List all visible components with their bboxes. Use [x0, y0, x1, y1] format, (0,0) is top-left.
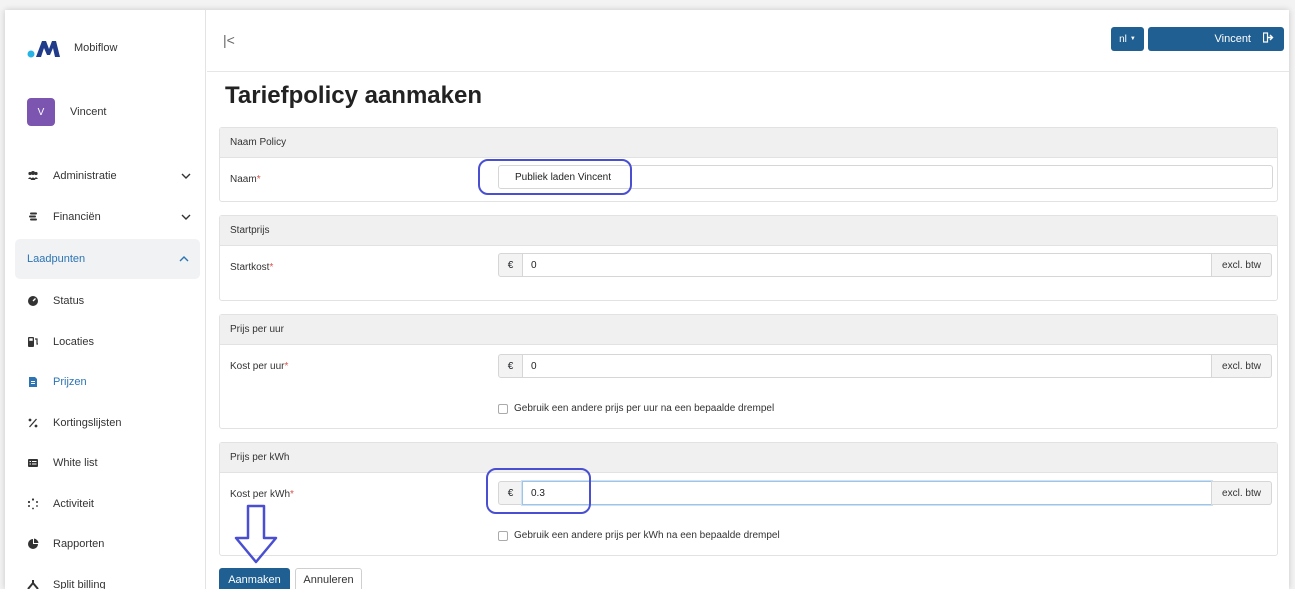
required-mark: *: [290, 489, 294, 500]
language-dropdown[interactable]: nl ▼: [1111, 27, 1144, 51]
chevron-down-icon: [181, 173, 191, 180]
brand[interactable]: Mobiflow: [27, 37, 117, 59]
list-icon: [27, 457, 39, 469]
topbar: |< nl ▼ Vincent: [207, 10, 1289, 72]
sidebar-user[interactable]: V Vincent: [27, 98, 107, 126]
field-label: Kost per uur: [230, 361, 285, 372]
sidebar-item-label: Status: [53, 295, 85, 308]
excl-btw-addon: excl. btw: [1211, 481, 1272, 505]
user-logout-button[interactable]: Vincent: [1148, 27, 1284, 51]
naam-label: Naam*: [230, 174, 261, 185]
naam-policy-card: Naam Policy Naam* Publiek laden Vincent: [219, 127, 1278, 202]
language-label: nl: [1119, 33, 1127, 45]
brand-name: Mobiflow: [74, 42, 118, 54]
startprijs-card: Startprijs Startkost* € 0 excl. btw: [219, 215, 1278, 301]
checkbox-label: Gebruik een andere prijs per uur na een …: [514, 403, 775, 414]
chevron-up-icon: [179, 256, 189, 262]
uur-threshold-checkbox[interactable]: [498, 403, 508, 414]
card-header: Startprijs: [220, 216, 1277, 246]
sidebar-item-label: Laadpunten: [27, 253, 86, 265]
sidebar-item-label: Locaties: [53, 335, 94, 348]
users-icon: [27, 170, 39, 182]
aanmaken-button[interactable]: Aanmaken: [219, 568, 290, 589]
uur-threshold-option[interactable]: Gebruik een andere prijs per uur na een …: [498, 403, 774, 414]
sidebar-item-locaties[interactable]: Locaties: [5, 322, 206, 363]
page-title: Tariefpolicy aanmaken: [225, 82, 482, 109]
card-header: Naam Policy: [220, 128, 1277, 158]
sidebar: Mobiflow V Vincent Administratie Financi…: [5, 10, 206, 589]
sidebar-item-label: Financiën: [53, 210, 101, 223]
mobiflow-logo-icon: [27, 41, 60, 58]
annotation-highlight-naam: [478, 159, 632, 195]
gauge-icon: [27, 295, 39, 307]
sidebar-item-label: Administratie: [53, 170, 117, 183]
annuleren-button[interactable]: Annuleren: [295, 568, 362, 589]
checkbox-label: Gebruik een andere prijs per kWh na een …: [514, 530, 780, 541]
euro-addon: €: [498, 354, 523, 378]
sidebar-item-label: Split billing: [53, 578, 106, 589]
sidebar-user-name: Vincent: [70, 106, 107, 118]
field-label: Naam: [230, 174, 257, 185]
sidebar-item-white-list[interactable]: White list: [5, 443, 206, 484]
sidebar-item-prijzen[interactable]: Prijzen: [5, 362, 206, 403]
kost-per-uur-input[interactable]: 0: [522, 354, 1212, 378]
sidebar-item-financien[interactable]: Financiën: [5, 197, 206, 238]
sidebar-item-label: Rapporten: [53, 538, 105, 551]
required-mark: *: [256, 174, 261, 185]
required-mark: *: [269, 262, 274, 273]
kost-per-uur-label: Kost per uur*: [230, 361, 288, 372]
sidebar-item-rapporten[interactable]: Rapporten: [5, 524, 206, 565]
kwh-threshold-option[interactable]: Gebruik een andere prijs per kWh na een …: [498, 530, 780, 541]
sidebar-item-label: White list: [53, 457, 98, 470]
sidebar-item-status[interactable]: Status: [5, 281, 206, 322]
card-header: Prijs per kWh: [220, 443, 1277, 473]
startkost-input[interactable]: 0: [522, 253, 1212, 277]
annotation-arrow-down-icon: [234, 504, 278, 564]
sidebar-item-split-billing[interactable]: Split billing: [5, 565, 206, 589]
spinner-icon: [27, 498, 39, 510]
kwh-threshold-checkbox[interactable]: [498, 530, 508, 541]
logout-icon: [1262, 32, 1274, 46]
avatar: V: [27, 98, 55, 126]
excl-btw-addon: excl. btw: [1211, 354, 1272, 378]
card-header: Prijs per uur: [220, 315, 1277, 345]
kost-per-uur-input-value: 0: [531, 360, 537, 372]
prijs-per-kwh-card: Prijs per kWh Kost per kWh* € 0.3 excl. …: [219, 442, 1278, 556]
coins-icon: [27, 211, 39, 223]
split-icon: [27, 579, 39, 589]
sidebar-item-label: Kortingslijsten: [53, 416, 122, 429]
kost-per-kwh-label: Kost per kWh*: [230, 489, 294, 500]
pie-chart-icon: [27, 538, 39, 550]
topbar-user-name: Vincent: [1214, 33, 1252, 45]
sidebar-item-label: Prijzen: [53, 376, 87, 389]
charging-station-icon: [27, 336, 39, 348]
chevron-down-icon: [181, 214, 191, 220]
sidebar-item-label: Activiteit: [53, 497, 94, 510]
startkost-input-value: 0: [531, 259, 537, 271]
sidebar-item-kortingslijsten[interactable]: Kortingslijsten: [5, 403, 206, 444]
sidebar-item-activiteit[interactable]: Activiteit: [5, 484, 206, 525]
annotation-highlight-kwh: [486, 468, 591, 514]
excl-btw-addon: excl. btw: [1211, 253, 1272, 277]
price-file-icon: [27, 376, 39, 388]
startkost-label: Startkost*: [230, 262, 273, 273]
sidebar-nav: Administratie Financiën Laadpunten Statu…: [5, 156, 206, 589]
field-label: Kost per kWh: [230, 489, 291, 500]
required-mark: *: [284, 361, 289, 372]
field-label: Startkost: [230, 262, 270, 273]
percent-icon: [27, 417, 39, 429]
sidebar-item-administratie[interactable]: Administratie: [5, 156, 206, 197]
collapse-sidebar-icon[interactable]: |<: [223, 32, 235, 48]
kost-per-kwh-input[interactable]: 0.3: [522, 481, 1212, 505]
caret-down-icon: ▼: [1129, 36, 1136, 42]
sidebar-item-laadpunten[interactable]: Laadpunten: [15, 239, 200, 279]
prijs-per-uur-card: Prijs per uur Kost per uur* € 0 excl. bt…: [219, 314, 1278, 429]
euro-addon: €: [498, 253, 523, 277]
